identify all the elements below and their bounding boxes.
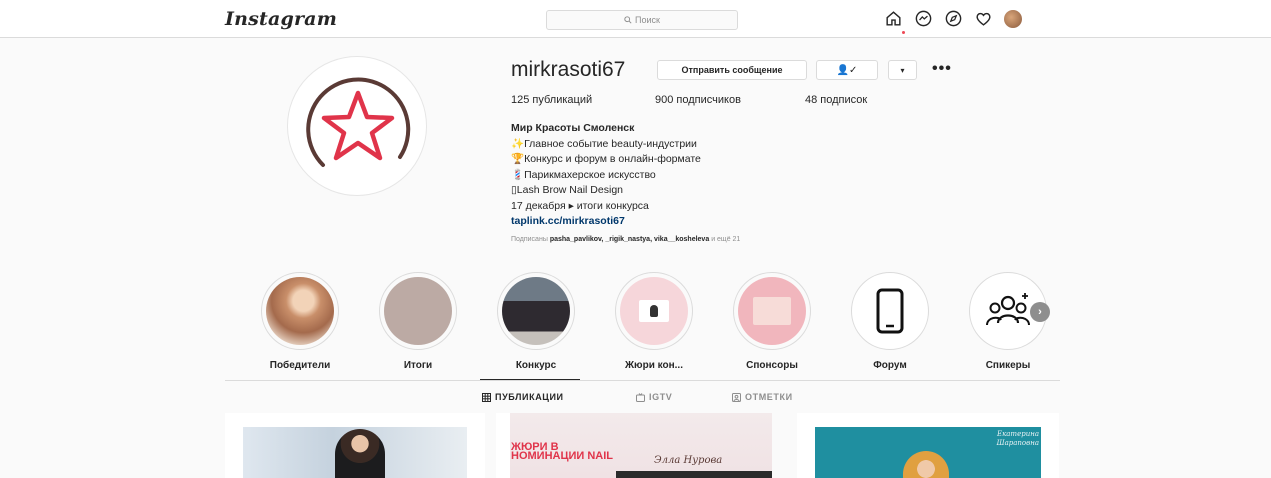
highlight-label: Итоги (403, 360, 433, 371)
tv-icon (636, 392, 645, 402)
highlight-cover (856, 277, 924, 345)
suggested-dropdown-button[interactable]: ▾ (888, 60, 917, 80)
highlight-cover (738, 277, 806, 345)
bio-line: 17 декабря ▸ итоги конкурса (511, 199, 649, 212)
chevron-right-icon[interactable]: › (1030, 302, 1050, 322)
search-input[interactable]: Поиск (546, 10, 738, 30)
highlight-label: Конкурс (515, 360, 557, 371)
profile-picture[interactable] (287, 56, 427, 196)
tabs-divider (225, 380, 1060, 381)
search-placeholder: Поиск (635, 15, 660, 25)
bio-line: ▯Lash Brow Nail Design (511, 184, 623, 196)
grid-icon (482, 392, 491, 402)
messenger-icon[interactable] (914, 9, 933, 28)
highlight-jury[interactable]: Жюри кон... (609, 272, 699, 371)
followed-by-suffix: и ещё 21 (711, 236, 741, 243)
profile-bio: Мир Красоты Смоленск ✨Главное событие be… (511, 121, 701, 230)
tab-label: ПУБЛИКАЦИИ (495, 392, 564, 402)
people-group-icon (986, 293, 1030, 326)
followed-by[interactable]: Подписаны pasha_pavlikov, _rigik_nastya,… (511, 236, 740, 243)
following-button[interactable]: 👤✓ (816, 60, 878, 80)
highlight-label: Спонсоры (746, 360, 798, 371)
highlight-label: Спикеры (985, 360, 1031, 371)
highlight-sponsors[interactable]: Спонсоры (727, 272, 817, 371)
bio-line: ✨Главное событие beauty-индустрии (511, 137, 697, 150)
post-thumbnail[interactable]: Екатерина Шараповна (797, 413, 1059, 478)
highlight-cover (620, 277, 688, 345)
post-image-person (335, 429, 385, 478)
highlight-cover (266, 277, 334, 345)
highlight-results[interactable]: Итоги (373, 272, 463, 371)
home-icon[interactable] (884, 9, 903, 28)
tab-label: IGTV (649, 392, 673, 402)
more-options-icon[interactable]: ••• (932, 60, 952, 78)
highlight-label: Жюри кон... (625, 360, 683, 371)
tag-icon (732, 392, 741, 402)
home-active-dot (902, 31, 905, 34)
tab-posts[interactable]: ПУБЛИКАЦИИ (482, 392, 564, 402)
followers-count[interactable]: 900 подписчиков (655, 94, 741, 106)
star-logo-icon (306, 77, 411, 167)
active-tab-indicator (480, 379, 580, 380)
post-signature: Элла Нурова (654, 455, 723, 466)
tab-igtv[interactable]: IGTV (636, 392, 672, 402)
bio-link[interactable]: taplink.cc/mirkrasoti67 (511, 214, 701, 230)
highlight-winners[interactable]: Победители (255, 272, 345, 371)
followed-by-users: pasha_pavlikov, _rigik_nastya, vika__kos… (549, 236, 710, 243)
post-thumbnail[interactable] (225, 413, 485, 478)
highlight-label: Победители (269, 360, 331, 371)
smartphone-icon (876, 288, 904, 334)
tab-tagged[interactable]: ОТМЕТКИ (732, 392, 793, 402)
tab-label: ОТМЕТКИ (745, 392, 793, 402)
highlight-forum[interactable]: Форум (845, 272, 935, 371)
following-count[interactable]: 48 подписок (805, 94, 867, 106)
heart-icon[interactable] (974, 9, 993, 28)
explore-compass-icon[interactable] (944, 9, 963, 28)
highlight-cover (502, 277, 570, 345)
instagram-logo[interactable]: Instagram (225, 8, 337, 30)
highlight-label: Форум (873, 360, 907, 371)
highlight-cover (384, 277, 452, 345)
posts-count: 125 публикаций (511, 94, 593, 106)
post-image-dark (616, 471, 772, 478)
bio-line: 🏆Конкурс и форум в онлайн-формате (511, 153, 701, 165)
top-navigation-bar: Instagram Поиск (0, 0, 1271, 38)
profile-username: mirkrasoti67 (511, 58, 626, 81)
profile-full-name: Мир Красоты Смоленск (511, 122, 635, 134)
user-avatar-icon[interactable] (1004, 9, 1022, 28)
post-thumbnail[interactable]: ЖЮРИ В НОМИНАЦИИ NAIL Элла Нурова (496, 413, 772, 478)
search-icon (624, 16, 632, 24)
post-title: ЖЮРИ В НОМИНАЦИИ NAIL (511, 441, 614, 462)
send-message-button[interactable]: Отправить сообщение (657, 60, 807, 80)
bio-line: 💈Парикмахерское искусство (511, 168, 656, 181)
highlight-contest[interactable]: Конкурс (491, 272, 581, 371)
post-signature: Екатерина Шараповна (996, 430, 1039, 447)
followed-by-prefix: Подписаны (511, 236, 548, 243)
